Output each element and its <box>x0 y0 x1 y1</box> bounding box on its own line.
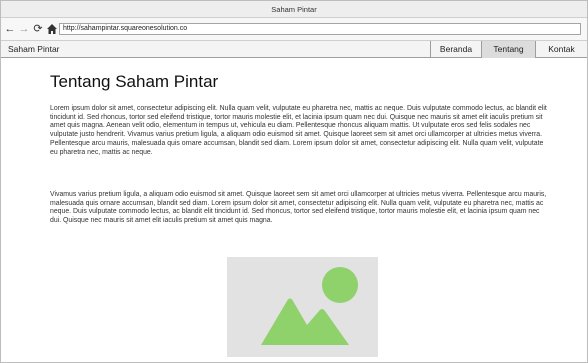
nav-tentang[interactable]: Tentang <box>481 41 535 58</box>
window-title: Saham Pintar <box>1 1 587 18</box>
nav-kontak[interactable]: Kontak <box>535 41 587 58</box>
image-placeholder <box>227 257 378 357</box>
paragraph-1: Lorem ipsum dolor sit amet, consectetur … <box>50 105 547 156</box>
forward-arrow-icon[interactable]: → <box>18 22 30 36</box>
address-bar: ← → ⟳ http://sahampintar.squareonesoluti… <box>1 18 587 41</box>
image-placeholder-icon <box>261 267 358 345</box>
back-arrow-icon[interactable]: ← <box>4 22 16 36</box>
site-brand[interactable]: Saham Pintar <box>8 41 60 58</box>
nav-beranda[interactable]: Beranda <box>430 41 481 58</box>
browser-window: Saham Pintar ← → ⟳ http://sahampintar.sq… <box>0 0 588 363</box>
url-input[interactable]: http://sahampintar.squareonesolution.co <box>59 23 581 35</box>
paragraph-2: Vivamus varius pretium ligula, a aliquam… <box>50 191 547 225</box>
page-title: Tentang Saham Pintar <box>50 72 219 91</box>
reload-icon[interactable]: ⟳ <box>32 22 44 36</box>
site-navbar: Saham Pintar Beranda Tentang Kontak <box>1 41 587 58</box>
home-icon[interactable] <box>46 22 58 36</box>
